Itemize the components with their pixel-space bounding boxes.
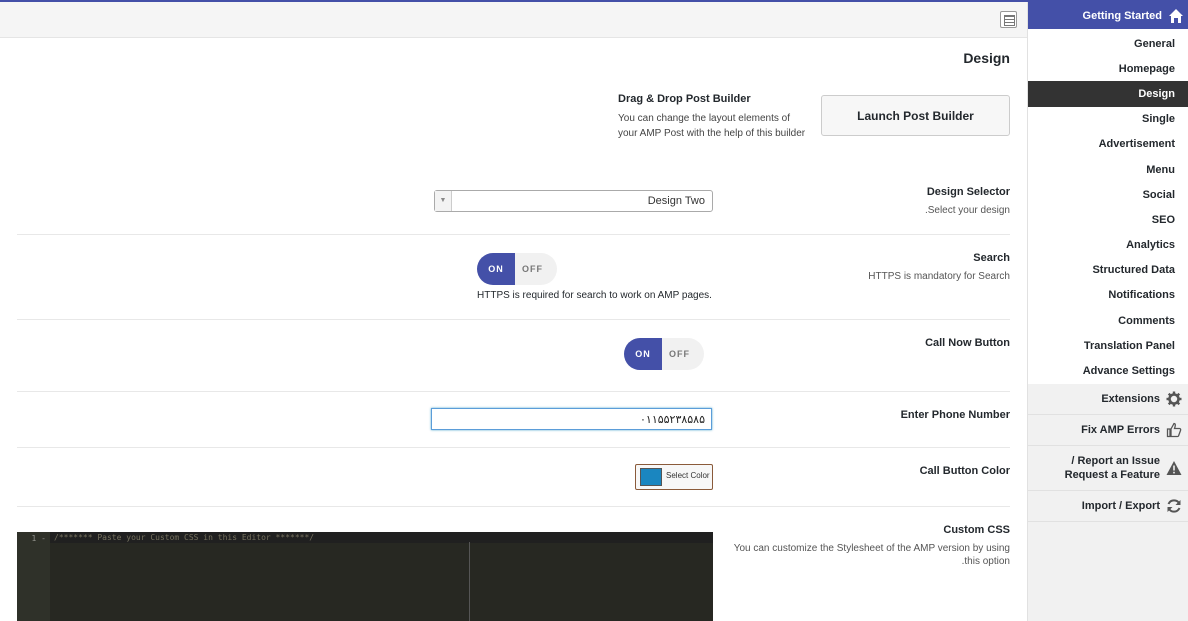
phone-title: Enter Phone Number [900,409,1010,421]
call-now-toggle-on: ON [624,338,662,370]
sidebar: Getting Started General Homepage Design … [1027,2,1188,621]
divider [17,234,1010,235]
search-toggle-on: ON [477,253,515,285]
sidebar-item-label: Extensions [1101,392,1160,405]
refresh-icon [1167,499,1181,513]
design-select-value: Design Two [647,195,705,207]
sidebar-item-single[interactable]: Single [1028,107,1188,132]
sidebar-item-menu[interactable]: Menu [1028,157,1188,182]
sidebar-item-social[interactable]: Social [1028,182,1188,207]
color-swatch [640,468,662,486]
report-line-2: Request a Feature [1064,468,1160,481]
custom-css-title: Custom CSS [943,524,1010,536]
sidebar-item-extensions[interactable]: Extensions [1028,383,1188,415]
sidebar-item-fix-amp-errors[interactable]: Fix AMP Errors [1028,414,1188,446]
sidebar-submenu: General Homepage Design Single Advertise… [1028,29,1188,384]
custom-css-subtitle-1: You can customize the Stylesheet of the … [733,543,1010,554]
report-line-1: / Report an Issue [1071,454,1160,467]
sidebar-item-label: / Report an Issue Request a Feature [1065,454,1160,482]
launch-post-builder-button[interactable]: Launch Post Builder [821,95,1010,136]
sidebar-item-label: Fix AMP Errors [1081,423,1160,436]
select-color-label: Select Color [666,471,710,480]
select-color-button[interactable]: Select Color [635,464,713,490]
divider [17,447,1010,448]
sidebar-header-label: Getting Started [1082,9,1162,22]
call-color-title: Call Button Color [919,465,1010,477]
sidebar-item-notifications[interactable]: Notifications [1028,283,1188,308]
divider [17,506,1010,507]
design-selector-title: Design Selector [926,186,1010,198]
sidebar-item-import-export[interactable]: Import / Export [1028,490,1188,522]
post-builder-title: Drag & Drop Post Builder [618,93,751,105]
sidebar-item-homepage[interactable]: Homepage [1028,56,1188,81]
design-select[interactable]: ▼ Design Two [434,190,713,212]
top-bar [0,2,1027,38]
chevron-down-icon: ▼ [435,191,452,211]
expand-icon[interactable] [1000,11,1017,28]
sidebar-item-report-issue[interactable]: / Report an Issue Request a Feature [1028,445,1188,491]
sidebar-item-comments[interactable]: Comments [1028,308,1188,333]
editor-line: /******* Paste your Custom CSS in this E… [54,533,315,542]
search-subtitle: HTTPS is mandatory for Search [868,271,1010,282]
main-panel: Design Drag & Drop Post Builder You can … [0,2,1027,621]
sidebar-item-seo[interactable]: SEO [1028,207,1188,232]
sidebar-item-advance-settings[interactable]: Advance Settings [1028,358,1188,383]
sidebar-item-label: Import / Export [1081,499,1160,512]
custom-css-subtitle-2: .this option [961,556,1010,567]
design-selector-subtitle: .Select your design [924,205,1010,216]
search-note: HTTPS is required for search to work on … [477,290,712,301]
gear-icon [1166,391,1182,407]
thumbs-up-icon [1166,422,1182,437]
call-now-toggle[interactable]: ON OFF [624,338,704,370]
divider [17,319,1010,320]
sidebar-item-design[interactable]: Design [1028,81,1188,107]
editor-print-margin [469,542,470,621]
page-title: Design [963,50,1010,66]
sidebar-item-analytics[interactable]: Analytics [1028,233,1188,258]
sidebar-item-structured-data[interactable]: Structured Data [1028,258,1188,283]
editor-gutter: 1 - [17,532,50,621]
css-editor[interactable]: 1 - /******* Paste your Custom CSS in th… [17,532,713,621]
sidebar-item-getting-started[interactable]: Getting Started [1028,2,1188,29]
home-icon [1169,8,1183,23]
call-now-title: Call Now Button [925,337,1010,349]
search-toggle-off: OFF [522,264,543,274]
post-builder-description: You can change the layout elements of yo… [618,113,806,139]
search-toggle[interactable]: ON OFF [477,253,557,285]
search-title: Search [973,252,1010,264]
warning-icon [1166,460,1182,475]
phone-input[interactable] [431,408,712,430]
divider [17,391,1010,392]
sidebar-item-advertisement[interactable]: Advertisement [1028,132,1188,157]
sidebar-item-general[interactable]: General [1028,31,1188,56]
sidebar-item-translation-panel[interactable]: Translation Panel [1028,333,1188,358]
call-now-toggle-off: OFF [669,349,690,359]
